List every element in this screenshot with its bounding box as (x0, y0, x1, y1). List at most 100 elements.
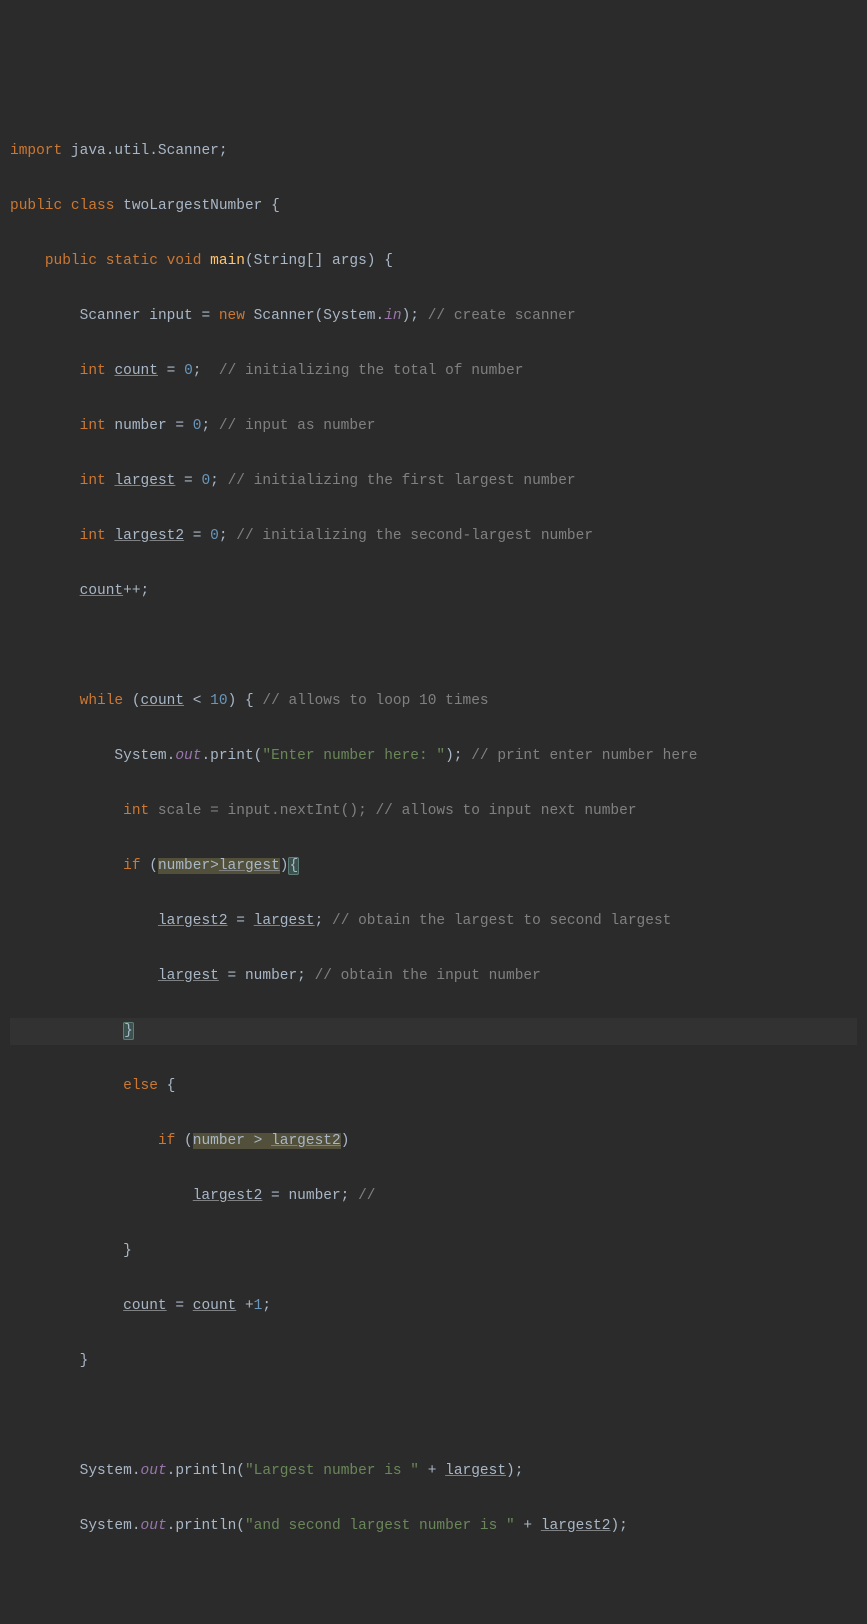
keyword: if (158, 1133, 175, 1149)
code-line: import java.util.Scanner; (10, 138, 857, 166)
code-line: System.out.println("and second largest n… (10, 1513, 857, 1541)
code-text: Scanner(System. (245, 308, 384, 324)
variable: largest2 (193, 1188, 263, 1204)
current-line: } (10, 1018, 857, 1046)
code-line: count = count +1; (10, 1293, 857, 1321)
code-text: System. (80, 1518, 141, 1534)
comment: // allows to loop 10 times (254, 693, 489, 709)
code-text: = number; (219, 968, 306, 984)
code-line: largest2 = largest; // obtain the larges… (10, 908, 857, 936)
warning-highlight: number> (158, 858, 219, 874)
code-line: System.out.println("Largest number is " … (10, 1458, 857, 1486)
keyword: class (71, 198, 115, 214)
field: out (141, 1463, 167, 1479)
code-line: int largest2 = 0; // initializing the se… (10, 523, 857, 551)
variable: largest (114, 473, 175, 489)
code-line: int largest = 0; // initializing the fir… (10, 468, 857, 496)
keyword: int (80, 528, 106, 544)
code-text: .println( (167, 1518, 245, 1534)
code-text: = (158, 363, 184, 379)
field: out (141, 1518, 167, 1534)
variable: largest2 (271, 1133, 341, 1149)
number: 0 (184, 363, 193, 379)
code-line: if (number > largest2) (10, 1128, 857, 1156)
code-text: ) (341, 1133, 350, 1149)
field: in (384, 308, 401, 324)
number: 1 (254, 1298, 263, 1314)
keyword: else (123, 1078, 158, 1094)
code-line: } (10, 1238, 857, 1266)
code-text: ( (175, 1133, 192, 1149)
brace-match: } (123, 1022, 134, 1040)
code-text: System. (114, 748, 175, 764)
code-text: ; (201, 418, 210, 434)
code-text: = (175, 473, 201, 489)
variable: count (114, 363, 158, 379)
field: out (175, 748, 201, 764)
code-text: + (419, 1463, 445, 1479)
keyword: while (80, 693, 124, 709)
code-line: if (number>largest){ (10, 853, 857, 881)
code-text: ( (141, 858, 158, 874)
keyword: import (10, 143, 62, 159)
keyword: int (80, 363, 106, 379)
comment: // initializing the first largest number (219, 473, 576, 489)
string: "and second largest number is " (245, 1518, 515, 1534)
code-text: ++; (123, 583, 149, 599)
keyword: int (80, 473, 106, 489)
code-text: + (515, 1518, 541, 1534)
code-text: Scanner input = (80, 308, 219, 324)
code-line (10, 1623, 857, 1624)
code-line: int scale = input.nextInt(); // allows t… (10, 798, 857, 826)
comment: // create scanner (419, 308, 576, 324)
brace-match: { (288, 857, 299, 875)
string: "Enter number here: " (262, 748, 445, 764)
code-line: else { (10, 1073, 857, 1101)
number: 10 (210, 693, 227, 709)
code-line: public static void main(String[] args) { (10, 248, 857, 276)
code-editor[interactable]: import java.util.Scanner; public class t… (10, 110, 857, 1624)
code-text: System. (80, 1463, 141, 1479)
number: 0 (201, 473, 210, 489)
params: (String[] args) { (245, 253, 393, 269)
keyword: public (10, 198, 62, 214)
code-line: public class twoLargestNumber { (10, 193, 857, 221)
code-line: largest2 = number; // (10, 1183, 857, 1211)
variable: largest (445, 1463, 506, 1479)
code-text: < (184, 693, 210, 709)
comment: // initializing the second-largest numbe… (228, 528, 593, 544)
code-text: .print( (201, 748, 262, 764)
variable: largest2 (541, 1518, 611, 1534)
code-text: ); (402, 308, 419, 324)
variable: largest (219, 858, 280, 874)
comment: // obtain the input number (306, 968, 541, 984)
variable: count (80, 583, 124, 599)
keyword: int (123, 803, 149, 819)
code-line (10, 1568, 857, 1596)
code-line: largest = number; // obtain the input nu… (10, 963, 857, 991)
variable: count (193, 1298, 237, 1314)
variable: count (141, 693, 185, 709)
code-line: System.out.print("Enter number here: ");… (10, 743, 857, 771)
code-line: } (10, 1348, 857, 1376)
code-text: ); (610, 1518, 627, 1534)
code-text: ; (219, 528, 228, 544)
code-text: number = (106, 418, 193, 434)
code-text: ; (210, 473, 219, 489)
code-line: int number = 0; // input as number (10, 413, 857, 441)
code-text: { (158, 1078, 175, 1094)
comment: // allows to input next number (367, 803, 637, 819)
code-line: int count = 0; // initializing the total… (10, 358, 857, 386)
keyword: if (123, 858, 140, 874)
keyword: void (167, 253, 202, 269)
code-text: ; (262, 1298, 271, 1314)
keyword: int (80, 418, 106, 434)
code-text: = number; (262, 1188, 349, 1204)
comment: // initializing the total of number (201, 363, 523, 379)
code-text: ); (506, 1463, 523, 1479)
warning-highlight: number > (193, 1133, 271, 1149)
code-text: } (80, 1353, 89, 1369)
code-text: = (228, 913, 254, 929)
variable: largest (158, 968, 219, 984)
code-text: = (184, 528, 210, 544)
